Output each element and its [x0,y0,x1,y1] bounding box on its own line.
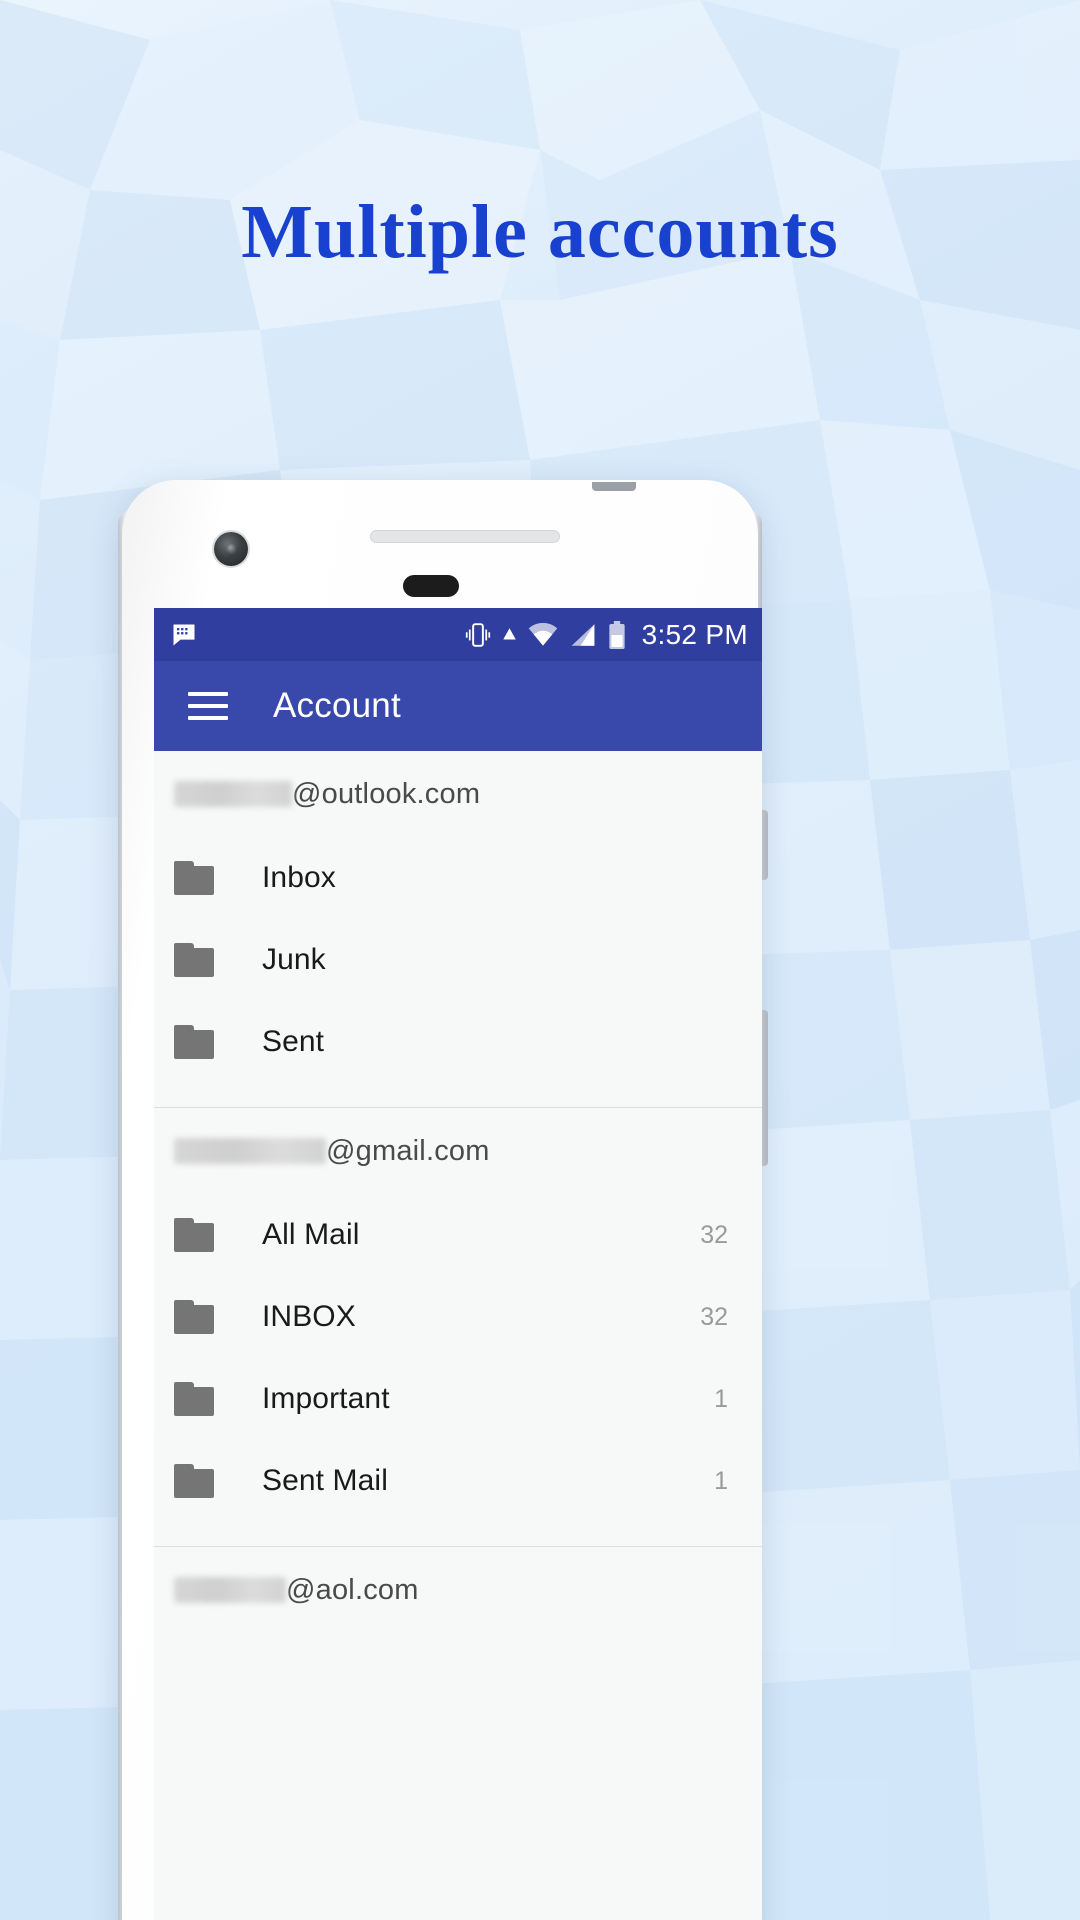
redacted-username [174,1577,286,1603]
account-domain: @outlook.com [292,777,481,810]
folder-icon [174,1382,220,1416]
folder-row[interactable]: Sent Mail 1 [154,1440,762,1522]
folder-name: Important [262,1382,390,1415]
folder-name: All Mail [262,1218,360,1251]
folder-count: 32 [700,1302,728,1331]
account-header[interactable]: @gmail.com [154,1108,762,1194]
folder-icon [174,1218,220,1252]
folder-icon [174,1025,220,1059]
battery-icon [608,620,625,649]
folder-name: Sent [262,1025,325,1058]
folder-row[interactable]: All Mail 32 [154,1194,762,1276]
front-camera-icon [214,532,248,566]
folder-icon [174,1300,220,1334]
wifi-icon [528,622,557,646]
folder-name: Junk [262,943,326,976]
account-folder-list[interactable]: @outlook.com Inbox Junk Sent @gmail.com … [154,751,762,1633]
sensor-pill [403,575,459,597]
folder-name: Inbox [262,861,336,894]
app-bar: Account [154,661,762,751]
hamburger-menu-icon[interactable] [188,692,228,720]
account-header[interactable]: @aol.com [154,1547,762,1633]
folder-count: 1 [714,1466,728,1495]
folder-icon [174,1464,220,1498]
redacted-username [174,1138,326,1164]
phone-mockup: 3:52 PM Account @outlook.com Inbox Junk … [104,480,776,1920]
folder-icon [174,943,220,977]
folder-name: INBOX [262,1300,356,1333]
folder-row[interactable]: Sent [154,1001,762,1083]
antenna-nub [592,482,636,491]
cellular-icon [571,623,594,646]
folder-icon [174,861,220,895]
signal-up-icon [502,628,516,640]
earpiece-speaker [370,530,560,543]
status-bar: 3:52 PM [154,608,762,661]
folder-row[interactable]: Inbox [154,837,762,919]
message-icon [173,624,195,645]
phone-body: 3:52 PM Account @outlook.com Inbox Junk … [122,480,762,1920]
account-domain: @gmail.com [326,1134,490,1167]
vibrate-icon [465,622,490,647]
folder-row[interactable]: Important 1 [154,1358,762,1440]
folder-name: Sent Mail [262,1464,388,1497]
app-bar-title: Account [273,686,401,725]
phone-screen: 3:52 PM Account @outlook.com Inbox Junk … [154,608,762,1920]
page-title: Multiple accounts [241,190,839,274]
account-domain: @aol.com [286,1573,419,1606]
account-header[interactable]: @outlook.com [154,751,762,837]
folder-row[interactable]: Junk [154,919,762,1001]
redacted-username [174,781,292,807]
folder-count: 1 [714,1384,728,1413]
status-bar-time: 3:52 PM [641,618,748,650]
folder-count: 32 [700,1220,728,1249]
folder-row[interactable]: INBOX 32 [154,1276,762,1358]
